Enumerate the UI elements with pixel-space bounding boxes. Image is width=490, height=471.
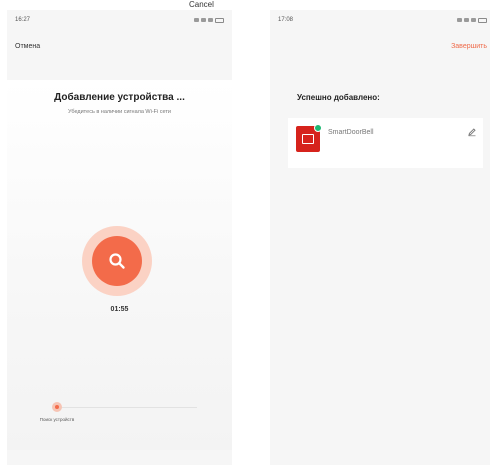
battery-icon [478, 17, 487, 23]
status-bar: 16:27 [7, 10, 232, 30]
device-name: SmartDoorBell [328, 129, 374, 136]
device-card[interactable]: SmartDoorBell [288, 118, 483, 168]
cancel-button[interactable]: Отмена [15, 43, 40, 50]
cancel-caption: Cancel [189, 0, 214, 9]
step-label: Поиск устройств [39, 417, 75, 422]
wifi-icon [208, 18, 213, 22]
done-button[interactable]: Завершить [451, 43, 487, 50]
search-button[interactable] [92, 236, 142, 286]
step-indicator-search [52, 402, 62, 412]
wifi-icon [471, 18, 476, 22]
pencil-icon[interactable] [467, 127, 477, 137]
status-bar: 17:08 [270, 10, 490, 30]
signal-icon [201, 18, 206, 22]
bluetooth-icon [457, 18, 462, 22]
screen-added-success: 17:08 Завершить Успешно добавлено: Smart… [270, 10, 490, 465]
battery-icon [215, 17, 224, 23]
success-title: Успешно добавлено: [297, 93, 380, 102]
status-icons [457, 17, 487, 23]
status-time: 16:27 [15, 17, 31, 23]
status-time: 17:08 [278, 17, 294, 23]
countdown-timer: 01:55 [110, 306, 129, 313]
screen-adding-device: 16:27 Отмена Добавление устройства ... У… [7, 10, 232, 465]
search-icon [109, 253, 125, 269]
page-title: Добавление устройства ... [54, 92, 185, 103]
progress-track [57, 407, 197, 408]
signal-icon [464, 18, 469, 22]
device-screen-glyph [302, 134, 314, 144]
online-badge-icon [314, 124, 322, 132]
bluetooth-icon [194, 18, 199, 22]
page-subtitle: Убедитесь в наличии сигнала Wi-Fi сети [68, 109, 171, 115]
status-icons [194, 17, 224, 23]
